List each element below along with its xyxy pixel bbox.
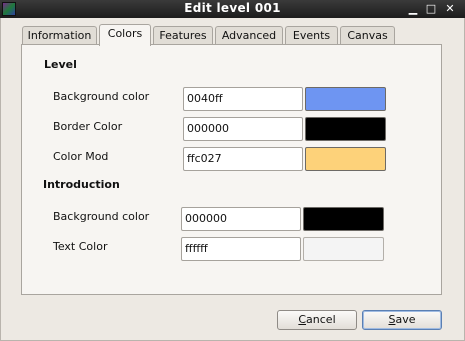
intro-background-color-label: Background color xyxy=(53,210,150,223)
tab-features[interactable]: Features xyxy=(153,26,213,45)
minimize-icon[interactable]: ▁ xyxy=(406,1,420,17)
cancel-label: ancel xyxy=(306,313,336,326)
intro-text-color-input[interactable]: ffffff xyxy=(181,237,301,261)
level-border-color-input[interactable]: 000000 xyxy=(183,117,303,141)
level-color-mod-input[interactable]: ffc027 xyxy=(183,147,303,171)
intro-text-color-label: Text Color xyxy=(53,240,108,253)
intro-text-color-swatch[interactable] xyxy=(303,237,384,261)
tab-advanced[interactable]: Advanced xyxy=(215,26,283,45)
cancel-button[interactable]: Cancel xyxy=(277,310,357,330)
tab-information[interactable]: Information xyxy=(22,26,97,45)
level-background-color-label: Background color xyxy=(53,90,150,103)
level-heading: Level xyxy=(44,58,77,71)
level-border-color-label: Border Color xyxy=(53,120,123,133)
level-color-mod-swatch[interactable] xyxy=(305,147,386,171)
introduction-heading: Introduction xyxy=(43,178,120,191)
level-border-color-swatch[interactable] xyxy=(305,117,386,141)
intro-background-color-input[interactable]: 000000 xyxy=(181,207,301,231)
maximize-icon[interactable]: □ xyxy=(424,1,438,17)
tab-canvas[interactable]: Canvas xyxy=(340,26,395,45)
tab-events[interactable]: Events xyxy=(285,26,338,45)
level-background-color-input[interactable]: 0040ff xyxy=(183,87,303,111)
window-title: Edit level 001 xyxy=(184,1,281,15)
level-background-color-swatch[interactable] xyxy=(305,87,386,111)
title-bar: Edit level 001 ▁ □ ✕ xyxy=(0,0,465,18)
save-button[interactable]: Save xyxy=(362,310,442,330)
save-label: ave xyxy=(395,313,416,326)
level-color-mod-label: Color Mod xyxy=(53,150,109,163)
tab-colors[interactable]: Colors xyxy=(99,24,151,46)
close-icon[interactable]: ✕ xyxy=(443,1,457,17)
cancel-mnemonic: C xyxy=(298,313,307,326)
intro-background-color-swatch[interactable] xyxy=(303,207,384,231)
